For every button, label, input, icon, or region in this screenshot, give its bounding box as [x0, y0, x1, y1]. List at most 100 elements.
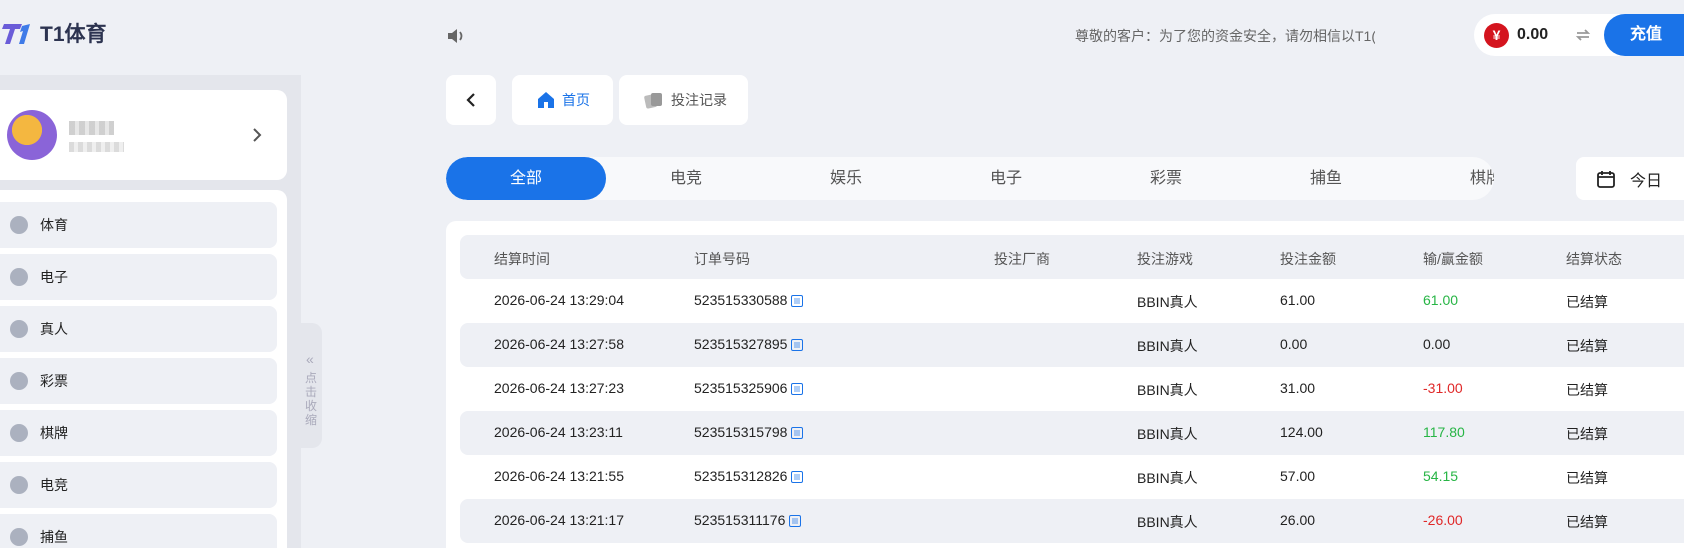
- copy-icon[interactable]: [791, 295, 804, 307]
- win-loss-amount: 54.15: [1423, 468, 1459, 484]
- settle-status: 已结算: [1566, 382, 1608, 398]
- table-row: 2026-06-24 13:27:58 523515327895 BBIN真人 …: [460, 323, 1684, 367]
- calendar-icon: [1597, 170, 1615, 188]
- sidebar-collapse-toggle[interactable]: « 点击收缩: [301, 323, 322, 448]
- category-esports[interactable]: 电竞: [606, 157, 766, 200]
- category-fishing[interactable]: 捕鱼: [1246, 157, 1406, 200]
- category-live[interactable]: 娱乐: [766, 157, 926, 200]
- win-loss-amount: 117.80: [1423, 424, 1465, 440]
- order-number: 523515315798: [694, 424, 804, 440]
- category-slots[interactable]: 电子: [926, 157, 1086, 200]
- t1-logo-icon: [2, 24, 30, 44]
- sidebar-item-label: 电子: [40, 269, 68, 285]
- order-number: 523515311176: [694, 512, 802, 528]
- tab-bet-records[interactable]: 投注记录: [619, 75, 748, 125]
- order-number-text: 523515315798: [694, 424, 788, 440]
- speaker-icon[interactable]: [446, 26, 466, 46]
- game: BBIN真人: [1137, 470, 1198, 486]
- avatar: [7, 110, 57, 160]
- sidebar-item-fishing[interactable]: 捕鱼: [0, 514, 277, 548]
- chevron-left-icon: [466, 93, 475, 107]
- tab-bet-records-label: 投注记录: [671, 92, 727, 108]
- notice-marquee: 尊敬的客户：为了您的资金安全，请勿相信以T1(: [1075, 28, 1375, 44]
- date-filter-button[interactable]: 今日: [1576, 157, 1684, 200]
- game: BBIN真人: [1137, 294, 1198, 310]
- sidebar-item-label: 彩票: [40, 373, 68, 389]
- game: BBIN真人: [1137, 514, 1198, 530]
- slot-machine-icon: [10, 268, 28, 286]
- settle-status: 已结算: [1566, 426, 1608, 442]
- column-header: 输/赢金额: [1423, 251, 1483, 267]
- recharge-button[interactable]: 充值: [1604, 14, 1684, 56]
- sidebar-item-label: 真人: [40, 321, 68, 337]
- copy-icon[interactable]: [791, 471, 804, 483]
- order-number-text: 523515330588: [694, 292, 788, 308]
- settle-time: 2026-06-24 13:21:17: [494, 512, 624, 528]
- order-number-text: 523515325906: [694, 380, 788, 396]
- username-redacted: [69, 121, 114, 135]
- settle-status: 已结算: [1566, 338, 1608, 354]
- settle-time: 2026-06-24 13:23:11: [494, 424, 623, 440]
- tab-home-label: 首页: [562, 92, 590, 108]
- bet-amount: 0.00: [1280, 336, 1308, 352]
- game: BBIN真人: [1137, 426, 1198, 442]
- home-icon: [538, 92, 554, 108]
- table-row: 2026-06-24 13:29:04 523515330588 BBIN真人 …: [460, 279, 1684, 323]
- sidebar-item-label: 捕鱼: [40, 529, 68, 545]
- poker-chip-icon: [10, 320, 28, 338]
- settle-status: 已结算: [1566, 470, 1608, 486]
- user-id-redacted: [69, 142, 124, 152]
- copy-icon[interactable]: [791, 383, 804, 395]
- table-row: 2026-06-24 13:23:11 523515315798 BBIN真人 …: [460, 411, 1684, 455]
- order-number: 523515330588: [694, 292, 804, 308]
- collapse-label: 点击收缩: [305, 371, 318, 427]
- win-loss-amount: -26.00: [1423, 512, 1463, 528]
- column-header: 投注游戏: [1137, 251, 1193, 267]
- column-header: 结算时间: [494, 251, 550, 267]
- tab-home[interactable]: 首页: [512, 75, 613, 125]
- refresh-icon[interactable]: [1574, 26, 1592, 44]
- double-chevron-left-icon: «: [306, 351, 314, 367]
- copy-icon[interactable]: [791, 427, 804, 439]
- column-header: 结算状态: [1566, 251, 1622, 267]
- sidebar-item-lottery[interactable]: 彩票: [0, 358, 277, 404]
- sidebar-item-slots[interactable]: 电子: [0, 254, 277, 300]
- column-header: 订单号码: [694, 251, 750, 267]
- yuan-icon: ¥: [1484, 23, 1509, 48]
- column-header: 投注金额: [1280, 251, 1336, 267]
- chevron-right-icon: [253, 128, 262, 142]
- sidebar-item-live[interactable]: 真人: [0, 306, 277, 352]
- table-row: 2026-06-24 13:21:55 523515312826 BBIN真人 …: [460, 455, 1684, 499]
- order-number: 523515325906: [694, 380, 804, 396]
- category-cards[interactable]: 棋牌: [1406, 157, 1494, 200]
- wallet-bar: ¥ 0.00 充值: [1474, 14, 1684, 56]
- lottery-ball-icon: [10, 372, 28, 390]
- game: BBIN真人: [1137, 338, 1198, 354]
- copy-icon[interactable]: [789, 515, 802, 527]
- copy-icon[interactable]: [791, 339, 804, 351]
- order-number: 523515327895: [694, 336, 804, 352]
- order-number-text: 523515311176: [694, 512, 786, 528]
- settle-time: 2026-06-24 13:29:04: [494, 292, 624, 308]
- sidebar-item-sports[interactable]: 体育: [0, 202, 277, 248]
- bet-amount: 124.00: [1280, 424, 1323, 440]
- sidebar-item-label: 棋牌: [40, 425, 68, 441]
- bet-amount: 26.00: [1280, 512, 1316, 528]
- logo[interactable]: T1体育: [0, 18, 107, 48]
- bet-amount: 31.00: [1280, 380, 1316, 396]
- sidebar-item-cards[interactable]: 棋牌: [0, 410, 277, 456]
- sidebar-item-esports[interactable]: 电竞: [0, 462, 277, 508]
- table-row: 2026-06-24 13:21:17 523515311176 BBIN真人 …: [460, 499, 1684, 543]
- bet-amount: 57.00: [1280, 468, 1316, 484]
- sidebar-item-label: 电竞: [40, 477, 68, 493]
- date-filter-label: 今日: [1630, 172, 1663, 190]
- game: BBIN真人: [1137, 382, 1198, 398]
- bet-amount: 61.00: [1280, 292, 1316, 308]
- category-lottery[interactable]: 彩票: [1086, 157, 1246, 200]
- back-button[interactable]: [446, 75, 496, 125]
- sidebar: 体育 电子 真人 彩票 棋牌 电竞 捕鱼: [0, 75, 301, 548]
- settle-time: 2026-06-24 13:21:55: [494, 468, 624, 484]
- category-tabs: 全部 电竞 娱乐 电子 彩票 捕鱼 棋牌: [446, 157, 1494, 200]
- category-all[interactable]: 全部: [446, 157, 606, 200]
- user-card[interactable]: [0, 90, 287, 180]
